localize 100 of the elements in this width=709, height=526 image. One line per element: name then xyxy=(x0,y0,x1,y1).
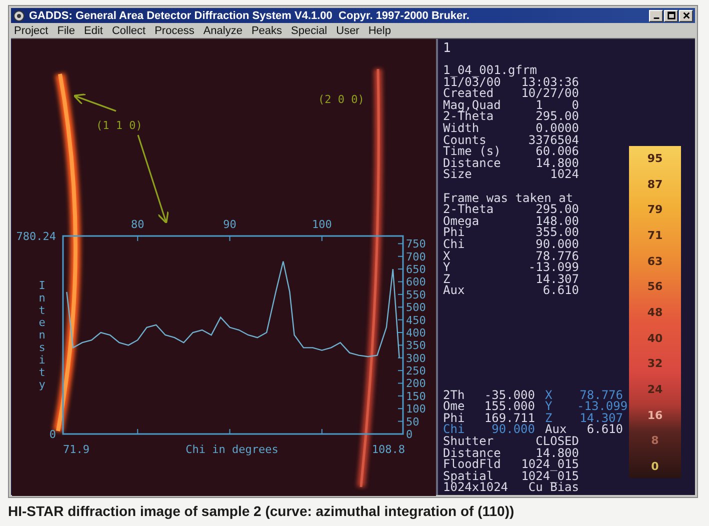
scale-label: 63 xyxy=(647,254,663,268)
axis-max-label: 108.8 xyxy=(372,443,405,456)
maximize-button[interactable] xyxy=(664,10,678,22)
info-label: Distance xyxy=(443,448,501,460)
arrow xyxy=(73,94,116,112)
tick-label: 100 xyxy=(406,402,426,416)
info-value: 295.00 xyxy=(536,111,579,123)
info-label: 2Th xyxy=(443,390,466,402)
menu-item[interactable]: Collect xyxy=(112,24,146,36)
menu-item[interactable]: Peaks xyxy=(251,24,282,36)
menu-item[interactable]: File xyxy=(57,24,75,36)
tick-label: 0 xyxy=(406,428,413,441)
info-value: 1024_015 xyxy=(521,470,579,482)
info-value: 78.776 xyxy=(580,390,623,402)
tick-label: 650 xyxy=(406,263,426,276)
info-label: Chi xyxy=(443,424,465,436)
scale-label: 24 xyxy=(647,382,663,396)
info-value: 1 0 xyxy=(536,100,579,112)
scale-label: 87 xyxy=(647,178,663,191)
info-value: 169.711 xyxy=(483,412,535,424)
info-value: 14.307 xyxy=(536,274,579,286)
close-button[interactable] xyxy=(679,10,693,22)
scale-label: 8 xyxy=(651,434,659,448)
info-value: CLOSED xyxy=(536,436,579,448)
scale-label: 79 xyxy=(647,203,663,216)
info-label: 11/03/00 xyxy=(443,76,501,88)
info-value: 6.610 xyxy=(586,424,623,436)
info-label: Chi xyxy=(443,238,465,250)
axis-max-label: 780.24 xyxy=(16,230,56,243)
info-value: 14.800 xyxy=(536,448,579,460)
info-label: 2-Theta xyxy=(443,111,494,123)
tick-label: 250 xyxy=(406,364,426,378)
info-label: Aux xyxy=(443,285,465,297)
scale-label: 56 xyxy=(647,280,663,294)
tick-label: 600 xyxy=(406,276,426,289)
tick-label: 100 xyxy=(312,218,332,231)
scale-label: 40 xyxy=(647,332,663,345)
info-label: X xyxy=(443,250,450,262)
info-label: Created xyxy=(443,88,494,100)
info-label: Z xyxy=(443,274,450,286)
app-icon xyxy=(13,10,25,22)
info-label: Counts xyxy=(443,134,486,146)
menu-item[interactable]: Edit xyxy=(84,24,103,36)
info-label: Distance xyxy=(443,158,501,170)
scale-label: 16 xyxy=(647,408,663,422)
peak-label: (1 1 0) xyxy=(96,119,142,132)
menu-item[interactable]: Process xyxy=(154,24,194,36)
scale-label: 95 xyxy=(647,152,663,165)
info-label: Omega xyxy=(443,216,480,228)
axis-title: Chi in degrees xyxy=(186,443,278,456)
scale-label: 48 xyxy=(647,306,663,319)
tick-label: 550 xyxy=(406,288,426,302)
close-icon xyxy=(682,11,690,20)
menu-item[interactable]: User xyxy=(336,24,360,36)
tick-label: 350 xyxy=(406,339,426,352)
menu-item[interactable]: Help xyxy=(368,24,391,36)
info-value: 10/27/00 xyxy=(521,88,579,100)
info-label: Ome xyxy=(443,401,466,413)
menu-item[interactable]: Project xyxy=(14,24,48,36)
file-name: 1_04_001.gfrm xyxy=(443,65,538,77)
tick-label: 150 xyxy=(406,390,426,403)
tick-label: 700 xyxy=(406,250,426,264)
tick-label: 400 xyxy=(406,326,426,340)
peak-label: (2 0 0) xyxy=(318,93,364,106)
info-label: Phi xyxy=(443,412,466,424)
axis-title: Intensity xyxy=(38,279,46,392)
info-label: Shutter xyxy=(443,436,494,448)
tick-label: 300 xyxy=(406,352,426,365)
caption: HI-STAR diffraction image of sample 2 (curve: azimuthal integration of (110)) xyxy=(8,503,516,519)
info-label: Y xyxy=(544,401,554,413)
info-value: 13:03:36 xyxy=(521,76,579,88)
section-heading: Frame was taken at xyxy=(443,192,574,204)
info-value: -35.000 xyxy=(483,390,535,402)
info-label: Phi xyxy=(443,227,465,239)
info-value: 355.00 xyxy=(536,227,579,239)
info-value: 90.000 xyxy=(492,424,535,436)
tick-label: 200 xyxy=(406,377,426,390)
info-label: 1024x1024 xyxy=(443,482,508,494)
info-value: 155.000 xyxy=(483,401,535,413)
axis-min-label: 0 xyxy=(49,428,56,441)
info-label: Y xyxy=(443,262,450,274)
info-value: 14.800 xyxy=(536,158,579,170)
info-label: Mag,Quad xyxy=(443,100,501,112)
info-value: 3376504 xyxy=(528,134,579,146)
maximize-icon xyxy=(666,11,676,20)
menu-item[interactable]: Special xyxy=(291,24,328,36)
scale-label: 32 xyxy=(647,357,663,370)
menu-item[interactable]: Analyze xyxy=(203,24,242,36)
frame-number: 1 xyxy=(443,42,452,56)
info-value: 0.0000 xyxy=(536,122,579,135)
tick-label: 80 xyxy=(131,218,144,231)
axis-min-label: 71.9 xyxy=(63,443,90,456)
minimize-button[interactable] xyxy=(649,10,663,22)
info-value: 1024 xyxy=(550,169,579,181)
info-label: Spatial xyxy=(443,470,494,482)
info-label: FloodFld xyxy=(443,459,501,471)
info-label: 2-Theta xyxy=(443,204,494,216)
window-title: GADDS: General Area Detector Diffraction System V4.1.00 Copyr. 1997-2000 Bruker. xyxy=(29,10,470,22)
scale-label: 0 xyxy=(651,460,659,473)
info-label: Size xyxy=(443,169,472,181)
